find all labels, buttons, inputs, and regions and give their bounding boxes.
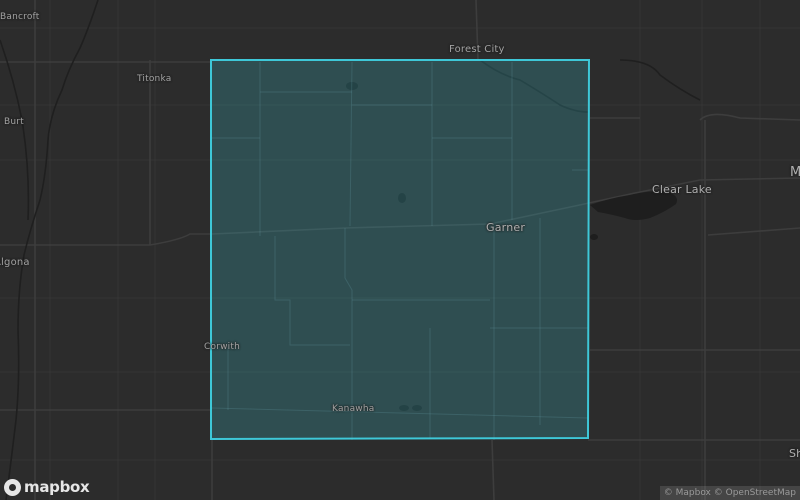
mapbox-logo[interactable]: mapbox [4,476,90,498]
place-label-kanawha: Kanawha [332,404,375,414]
place-label-mason-city: M [790,165,800,180]
attribution-osm-link[interactable]: © OpenStreetMap [714,488,796,498]
place-label-garner: Garner [486,221,526,234]
attribution-bar: © Mapbox © OpenStreetMap [659,486,800,500]
place-label-titonka: Titonka [137,74,172,84]
place-label-algona: Algona [0,257,30,268]
place-label-sheffield: Sh [789,447,800,460]
map-canvas[interactable]: Bancroft Forest City Titonka Burt Clear … [0,0,800,500]
mapbox-logo-icon [4,478,21,496]
map-base-layer [0,0,800,500]
place-label-corwith: Corwith [204,342,240,352]
mapbox-logo-text: mapbox [24,478,90,496]
place-label-bancroft: Bancroft [0,12,40,22]
selected-area-polygon[interactable] [210,59,591,441]
place-label-forest-city: Forest City [449,44,505,55]
place-label-clear-lake: Clear Lake [652,183,712,196]
attribution-mapbox-link[interactable]: © Mapbox [664,488,711,498]
place-label-burt: Burt [4,117,24,127]
